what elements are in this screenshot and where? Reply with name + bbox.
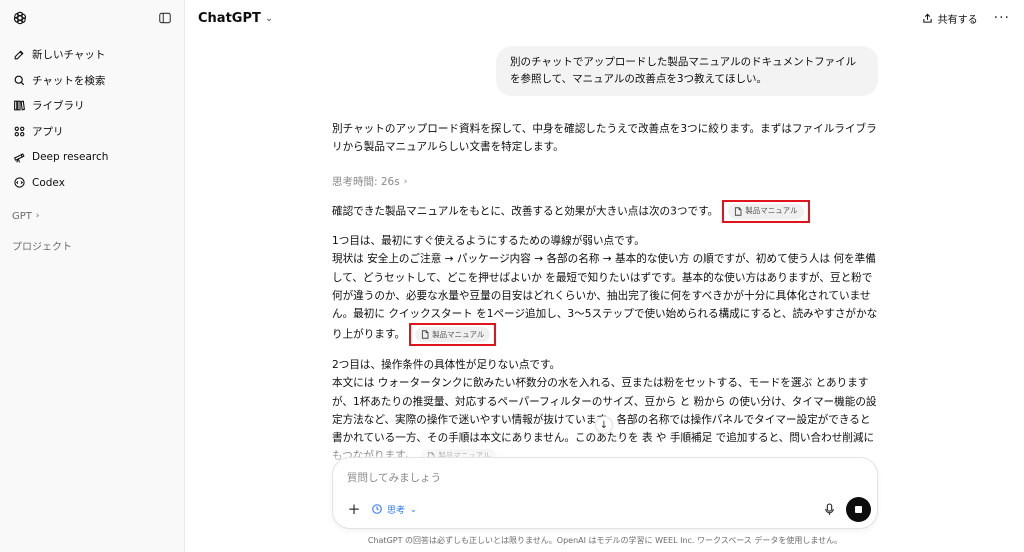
library-icon [12,99,26,113]
stop-generating-button[interactable] [846,497,871,522]
chat-thread: 別のチャットでアップロードした製品マニュアルのドキュメントファイルを参照して、マ… [186,36,1024,466]
chevron-right-icon: › [35,211,40,222]
sidebar-item-codex[interactable]: Codex [0,170,184,196]
assistant-summary-line: 確認できた製品マニュアルをもとに、改善すると効果が大きい点は次の3つです。 製品マ… [332,200,880,223]
sidebar-toggle-icon[interactable] [158,11,172,25]
sidebar-gpt-section[interactable]: GPT › [0,204,184,229]
sidebar-item-apps[interactable]: アプリ [0,119,184,145]
share-button[interactable]: 共有する [922,11,978,26]
source-highlight: 製品マニュアル [722,200,810,223]
source-highlight: 製品マニュアル [409,323,497,347]
stop-icon [855,506,862,513]
telescope-icon [12,150,26,164]
projects-label: プロジェクト [12,242,72,254]
new-chat-icon [12,48,26,62]
microphone-button[interactable] [821,501,837,517]
sidebar: 新しいチャット チャットを検索 ライブラリ アプリ Deep research [0,0,185,552]
sidebar-item-new-chat[interactable]: 新しいチャット [0,42,184,68]
model-name: ChatGPT [198,10,261,26]
source-chip-label: 製品マニュアル [745,206,798,216]
user-message: 別のチャットでアップロードした製品マニュアルのドキュメントファイルを参照して、マ… [496,46,878,96]
thinking-mode-label: 思考 [387,505,406,516]
chevron-down-icon: ⌄ [410,504,417,514]
source-chip[interactable]: 製品マニュアル [415,327,491,343]
sidebar-item-label: アプリ [32,126,64,139]
microphone-icon [824,502,834,515]
sidebar-item-label: チャットを検索 [32,74,106,87]
arrow-down-icon: ↓ [599,419,609,431]
assistant-summary: 確認できた製品マニュアルをもとに、改善すると効果が大きい点は次の3つです。 [332,205,719,218]
add-attachment-button[interactable]: + [345,500,363,518]
sidebar-nav: 新しいチャット チャットを検索 ライブラリ アプリ Deep research [0,42,184,196]
thinking-toggle[interactable]: 思考時間: 26s › [332,174,407,189]
thinking-mode-button[interactable]: 思考 ⌄ [371,500,417,518]
scroll-down-button[interactable]: ↓ [595,416,613,434]
source-chip-label: 製品マニュアル [432,329,485,339]
point-1-heading: 1つ目は、最初にすぐ使えるようにするための導線が弱い点です。 [332,235,645,247]
gpt-section-label: GPT [12,210,32,222]
document-icon [735,207,742,216]
apps-icon [12,125,26,139]
more-options-button[interactable]: ··· [994,11,1010,25]
disclaimer-footer: ChatGPT の回答は必ずしも正しいとは限りません。OpenAI はモデルの学… [367,536,843,545]
share-icon [922,13,932,23]
prompt-input[interactable] [347,468,847,488]
sidebar-item-library[interactable]: ライブラリ [0,93,184,119]
header-actions: 共有する ··· [922,11,1010,26]
point-1: 1つ目は、最初にすぐ使えるようにするための導線が弱い点です。 現状は 安全上のご… [332,232,880,347]
thinking-icon [372,504,382,514]
composer: + 思考 ⌄ [332,457,878,529]
sidebar-projects[interactable]: プロジェクト [0,235,184,257]
top-header: ChatGPT ⌄ 共有する ··· [186,0,1024,36]
sidebar-item-label: Codex [32,176,65,189]
openai-logo-icon[interactable] [12,10,28,26]
chevron-down-icon: ⌄ [264,12,274,24]
sidebar-item-label: Deep research [32,151,109,164]
sidebar-item-deep-research[interactable]: Deep research [0,144,184,170]
sidebar-item-label: 新しいチャット [32,49,106,62]
assistant-intro: 別チャットのアップロード資料を探して、中身を確認したうえで改善点を3つに絞ります… [332,123,877,154]
document-icon [422,330,429,340]
model-selector[interactable]: ChatGPT ⌄ [198,11,273,26]
codex-icon [12,176,26,190]
point-2-heading: 2つ目は、操作条件の具体性が足りない点です。 [332,359,561,371]
chevron-right-icon: › [403,176,408,187]
plus-icon: + [347,500,361,518]
sidebar-item-label: ライブラリ [32,100,85,113]
point-1-body-line: 現状は 安全上のご注意 → パッケージ内容 → 各部の名称 → 基本的な使い方 … [332,250,880,347]
sidebar-item-search[interactable]: チャットを検索 [0,68,184,94]
share-label: 共有する [937,14,978,26]
source-chip[interactable]: 製品マニュアル [728,204,804,219]
search-icon [12,73,26,87]
thinking-time: 思考時間: 26s [332,176,400,188]
sidebar-top [0,0,184,36]
